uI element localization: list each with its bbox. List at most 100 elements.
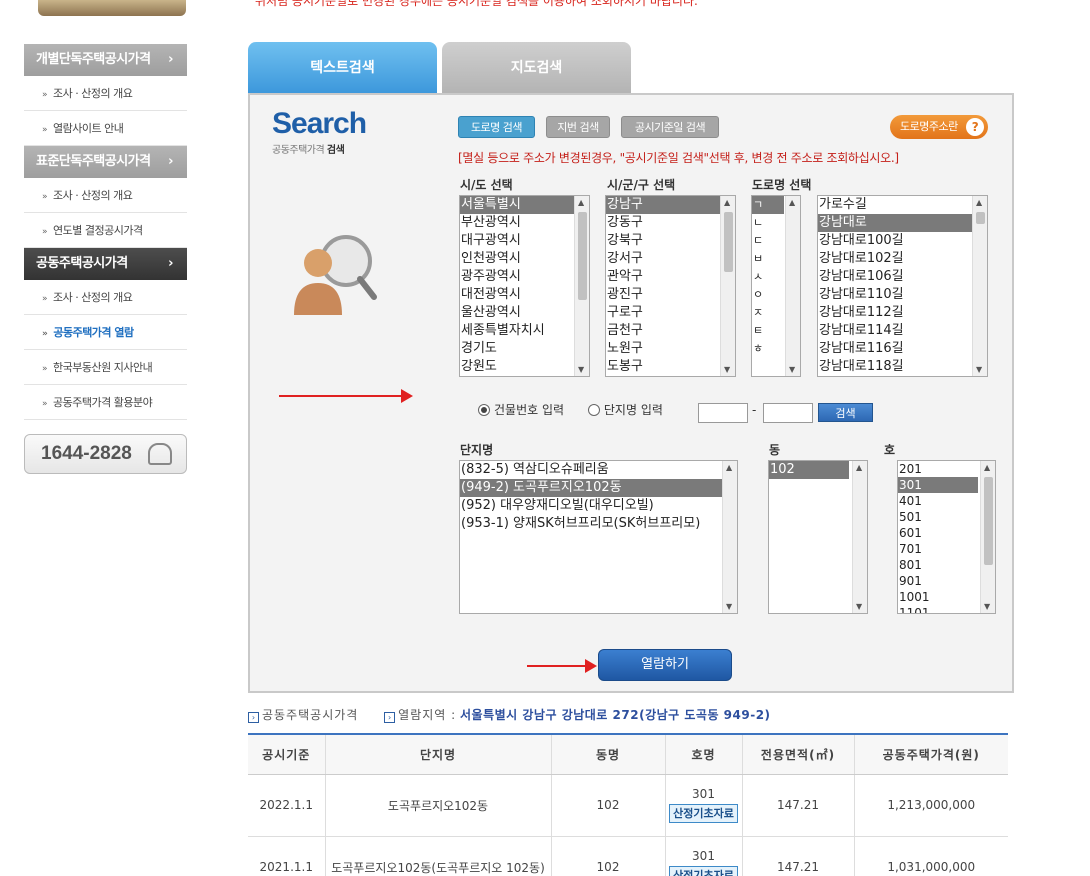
arrow-up-icon: ▲ xyxy=(976,198,983,207)
list-item[interactable]: 강서구 xyxy=(606,250,735,268)
calculation-basis-button[interactable]: 산정기초자료 xyxy=(669,866,738,876)
ho-select[interactable]: 201 301 401 501 601 701 801 901 1001 110… xyxy=(897,460,996,614)
number-search-button[interactable]: 검색 xyxy=(818,403,873,422)
list-item[interactable]: (953-1) 양재SK허브프리모(SK허브프리모) xyxy=(460,515,737,533)
radio-icon[interactable] xyxy=(587,404,600,416)
dong-select[interactable]: 102 ▲ ▼ xyxy=(768,460,868,614)
calculation-basis-button[interactable]: 산정기초자료 xyxy=(669,804,738,823)
sidebar-item-apartment-viewing[interactable]: » 공동주택가격 열람 xyxy=(24,315,187,350)
arrow-down-icon: ▼ xyxy=(856,602,863,611)
list-item[interactable]: 대전광역시 xyxy=(460,286,589,304)
tab-text-search[interactable]: 텍스트검색 xyxy=(248,42,437,94)
list-item[interactable]: 인천광역시 xyxy=(460,250,589,268)
list-item[interactable]: 대구광역시 xyxy=(460,232,589,250)
scrollbar[interactable]: ▲ ▼ xyxy=(574,196,589,376)
list-item[interactable]: 강남대로110길 xyxy=(818,286,987,304)
notice-date-search-button[interactable]: 공시기준일 검색 xyxy=(621,116,719,138)
scroll-thumb[interactable] xyxy=(984,477,993,565)
list-item[interactable]: 강남대로116길 xyxy=(818,340,987,358)
sigungu-select[interactable]: 강남구 강동구 강북구 강서구 관악구 광진구 구로구 금천구 노원구 도봉구 … xyxy=(605,195,736,377)
list-item[interactable]: 금천구 xyxy=(606,322,735,340)
sidebar-item-survey-overview[interactable]: » 조사 · 산정의 개요 xyxy=(24,76,187,111)
list-item[interactable]: (949-2) 도곡푸르지오102동 xyxy=(460,479,737,497)
sidebar-item-survey-overview[interactable]: » 조사 · 산정의 개요 xyxy=(24,178,187,213)
list-item[interactable]: 관악구 xyxy=(606,268,735,286)
building-main-number-input[interactable] xyxy=(698,403,748,423)
list-item[interactable]: 경기도 xyxy=(460,340,589,358)
road-address-help-button[interactable]: 도로명주소란? xyxy=(890,115,988,139)
list-item[interactable]: 강남대로102길 xyxy=(818,250,987,268)
sidebar-item-usage-fields[interactable]: » 공동주택가격 활용분야 xyxy=(24,385,187,420)
sidebar-item-viewing-site[interactable]: » 열람사이트 안내 xyxy=(24,111,187,146)
list-item[interactable]: 구로구 xyxy=(606,304,735,322)
list-item[interactable]: 가로수길 xyxy=(818,196,987,214)
bullet-icon: » xyxy=(42,90,48,100)
area-cell: 147.21 xyxy=(741,836,854,876)
list-item[interactable]: 광진구 xyxy=(606,286,735,304)
complex-select[interactable]: (832-5) 역삼디오슈페리움 (949-2) 도곡푸르지오102동 (952… xyxy=(459,460,738,614)
scrollbar[interactable]: ▲ ▼ xyxy=(852,461,867,613)
list-item[interactable]: 부산광역시 xyxy=(460,214,589,232)
sidebar-item-survey-overview[interactable]: » 조사 · 산정의 개요 xyxy=(24,280,187,315)
list-item[interactable]: (832-5) 역삼디오슈페리움 xyxy=(460,461,737,479)
scrollbar[interactable]: ▲ ▼ xyxy=(980,461,995,613)
list-item[interactable]: (952) 대우양재디오빌(대우디오빌) xyxy=(460,497,737,515)
list-item[interactable]: 울산광역시 xyxy=(460,304,589,322)
scroll-thumb[interactable] xyxy=(976,212,985,224)
list-item[interactable]: ㄱ xyxy=(752,196,784,214)
list-item[interactable]: 도봉구 xyxy=(606,358,735,376)
sido-select[interactable]: 서울특별시 부산광역시 대구광역시 인천광역시 광주광역시 대전광역시 울산광역… xyxy=(459,195,590,377)
list-item[interactable]: 강북구 xyxy=(606,232,735,250)
list-item[interactable]: 강남대로106길 xyxy=(818,268,987,286)
lot-number-search-button[interactable]: 지번 검색 xyxy=(546,116,610,138)
list-item[interactable]: 강남대로 xyxy=(818,214,987,232)
radio-checked-icon[interactable] xyxy=(478,404,490,416)
column-header: 호명 xyxy=(664,733,742,775)
scrollbar[interactable]: ▲ ▼ xyxy=(972,196,987,376)
list-item[interactable]: 강원도 xyxy=(460,358,589,376)
arrow-up-icon: ▲ xyxy=(726,463,733,472)
road-name-select[interactable]: 가로수길 강남대로 강남대로100길 강남대로102길 강남대로106길 강남대… xyxy=(817,195,988,377)
scrollbar[interactable]: ▲ ▼ xyxy=(720,196,735,376)
list-item[interactable]: 광주광역시 xyxy=(460,268,589,286)
chevron-right-icon: › xyxy=(168,52,173,67)
building-sub-number-input[interactable] xyxy=(763,403,813,423)
column-header: 공동주택가격(원) xyxy=(853,733,1008,775)
red-arrow-annotation xyxy=(279,389,413,403)
scrollbar[interactable]: ▲ ▼ xyxy=(722,461,737,613)
list-item[interactable]: 강남대로100길 xyxy=(818,232,987,250)
column-header: 전용면적(㎡) xyxy=(741,733,854,775)
list-item[interactable]: 301 xyxy=(898,477,978,493)
road-name-search-button[interactable]: 도로명 검색 xyxy=(458,116,535,138)
view-button[interactable]: 열람하기 xyxy=(598,649,732,681)
sidebar-head-apartment[interactable]: 공동주택공시가격 › xyxy=(24,248,187,280)
phone-number-box: 1644-2828 xyxy=(24,434,187,474)
sidebar-item-yearly-prices[interactable]: » 연도별 결정공시가격 xyxy=(24,213,187,248)
building-number-radio[interactable]: 건물번호 입력 xyxy=(478,403,564,417)
arrow-box-icon: › xyxy=(248,712,259,723)
tab-map-search[interactable]: 지도검색 xyxy=(442,42,631,94)
bullet-icon: » xyxy=(42,227,48,237)
complex-name-cell: 도곡푸르지오102동 xyxy=(324,774,551,837)
sidebar-head-individual-house[interactable]: 개별단독주택공시가격 › xyxy=(24,44,187,76)
sidebar-head-standard-house[interactable]: 표준단독주택공시가격 › xyxy=(24,146,187,178)
complex-name-radio[interactable]: 단지명 입력 xyxy=(587,403,663,417)
notice-date-cell: 2022.1.1 xyxy=(248,774,325,837)
list-item[interactable]: 강남대로114길 xyxy=(818,322,987,340)
sidebar-item-branch-guide[interactable]: » 한국부동산원 지사안내 xyxy=(24,350,187,385)
scrollbar[interactable]: ▲ ▼ xyxy=(785,196,800,376)
list-item[interactable]: 강남대로118길 xyxy=(818,358,987,376)
list-item[interactable]: 노원구 xyxy=(606,340,735,358)
list-item[interactable]: 강남구 xyxy=(606,196,735,214)
list-item[interactable]: 세종특별자치시 xyxy=(460,322,589,340)
road-initial-select[interactable]: ㄱ ㄴ ㄷ ㅂ ㅅ ㅇ ㅈ ㅌ ㅎ ▲ ▼ xyxy=(751,195,801,377)
list-item[interactable]: 강남대로112길 xyxy=(818,304,987,322)
scroll-thumb[interactable] xyxy=(578,212,587,300)
list-item[interactable]: 102 xyxy=(769,461,849,479)
complex-label: 단지명 xyxy=(460,443,494,457)
scroll-thumb[interactable] xyxy=(724,212,733,272)
list-item[interactable]: 서울특별시 xyxy=(460,196,589,214)
list-item[interactable]: 강동구 xyxy=(606,214,735,232)
column-header: 공시기준 xyxy=(248,733,325,775)
input-mode-group: 건물번호 입력 단지명 입력 xyxy=(478,401,663,418)
